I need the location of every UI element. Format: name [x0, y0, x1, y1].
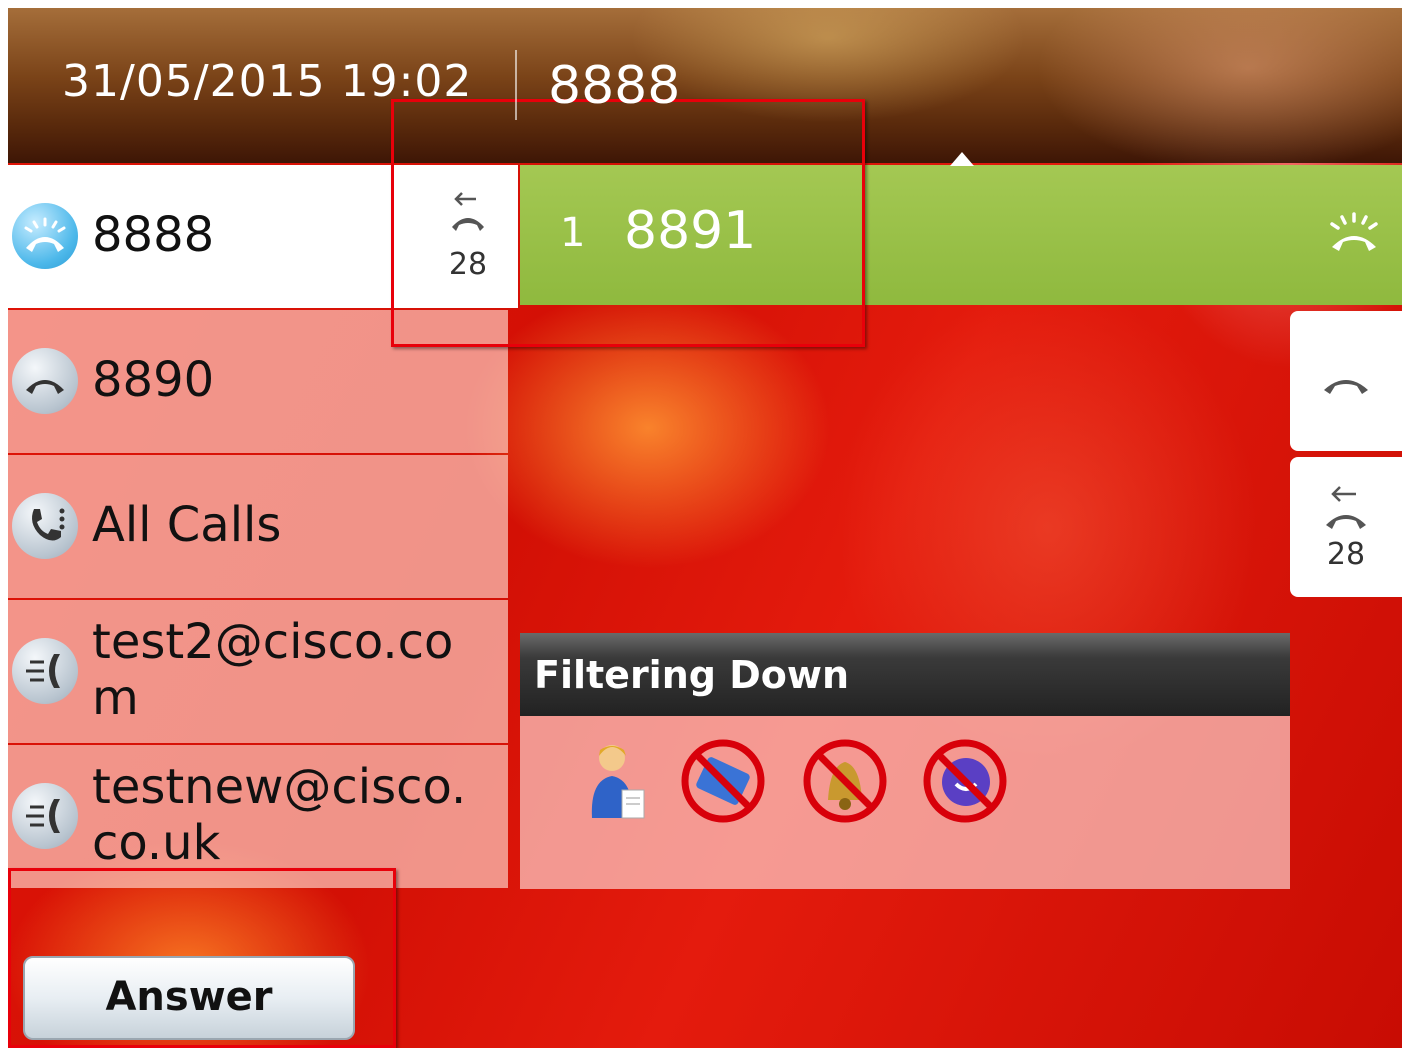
header-divider: [515, 50, 517, 120]
no-bell-icon: [800, 736, 890, 826]
ringing-phone-icon: [1328, 211, 1380, 259]
filter-panel: Filtering Down: [520, 633, 1290, 889]
filter-title: Filtering Down: [520, 633, 1290, 716]
no-voicemail-icon: [920, 736, 1010, 826]
header-line-number: 8888: [548, 56, 681, 116]
no-fax-icon: [678, 736, 768, 826]
missed-call-count: 28: [1326, 537, 1366, 572]
line-label: 8890: [92, 352, 215, 408]
highlight-box: [391, 99, 865, 347]
missed-call-icon: [1326, 486, 1366, 529]
line-item-intercom-test2[interactable]: test2@cisco.co m: [8, 600, 508, 743]
all-calls-icon: [12, 493, 78, 559]
phone-screen: 31/05/2015 19:02 8888 8888 28 8890 All C…: [8, 8, 1402, 1048]
date-time: 31/05/2015 19:02: [62, 56, 473, 107]
phone-icon: [1324, 380, 1368, 394]
line-item-intercom-testnew[interactable]: testnew@cisco. co.uk: [8, 745, 508, 888]
line-label: All Calls: [92, 497, 282, 553]
phone-icon: [12, 348, 78, 414]
side-missed-calls-button[interactable]: 28: [1290, 457, 1402, 597]
highlight-box: [8, 868, 396, 1048]
intercom-icon: [12, 638, 78, 704]
receptionist-icon: [572, 736, 662, 826]
ringing-phone-icon: [12, 203, 78, 269]
line-label: testnew@cisco. co.uk: [92, 759, 467, 871]
line-label: 8888: [92, 207, 215, 263]
line-label: test2@cisco.co m: [92, 614, 454, 726]
intercom-icon: [12, 783, 78, 849]
caret-up-icon: [950, 152, 974, 166]
line-item-all-calls[interactable]: All Calls: [8, 455, 508, 598]
side-phone-button[interactable]: [1290, 311, 1402, 451]
